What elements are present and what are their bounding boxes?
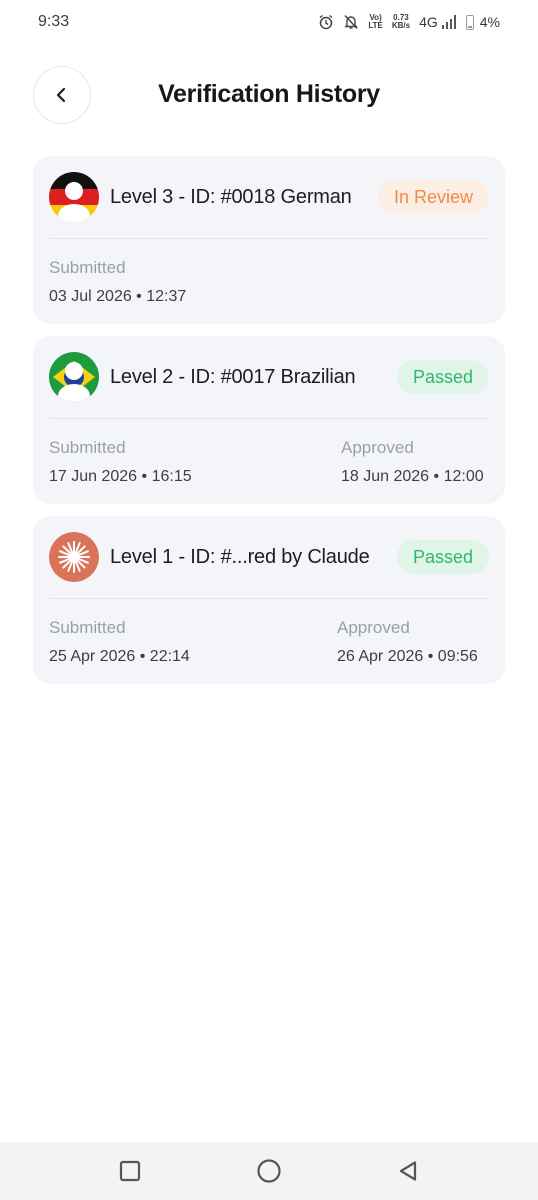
card-divider — [49, 238, 489, 239]
claude-logo-avatar — [49, 532, 99, 582]
card-title: Level 2 - ID: #0017 Brazilian — [110, 365, 356, 388]
verification-card-level-3[interactable]: Level 3 - ID: #0018 German In Review Sub… — [33, 156, 505, 324]
battery-icon — [465, 14, 474, 30]
volte-indicator: Vo) LTE — [368, 13, 383, 30]
german-flag-avatar — [49, 172, 99, 222]
home-circle-icon — [257, 1159, 281, 1183]
submitted-value: 17 Jun 2026 • 16:15 — [49, 468, 192, 485]
status-badge: Passed — [396, 540, 489, 574]
battery-percent: 4% — [479, 14, 500, 30]
status-badge: Passed — [396, 360, 489, 394]
bell-off-icon — [344, 15, 358, 29]
approved-value: 26 Apr 2026 • 09:56 — [337, 648, 478, 665]
signal-icon — [441, 15, 456, 29]
status-time: 9:33 — [38, 13, 70, 30]
submitted-label: Submitted — [49, 618, 126, 637]
back-nav-button[interactable] — [393, 1156, 423, 1186]
card-title: Level 1 - ID: #...red by Claude — [110, 545, 370, 568]
card-divider — [49, 418, 489, 419]
submitted-value: 25 Apr 2026 • 22:14 — [49, 648, 190, 665]
card-title: Level 3 - ID: #0018 German — [110, 185, 352, 208]
recents-square-icon — [119, 1160, 140, 1182]
card-header: Level 2 - ID: #0017 Brazilian Passed — [49, 352, 489, 402]
system-nav-bar — [0, 1142, 538, 1200]
back-triangle-icon — [400, 1161, 417, 1181]
home-button[interactable] — [254, 1156, 284, 1186]
card-header: Level 3 - ID: #0018 German In Review — [49, 172, 489, 222]
submitted-value: 03 Jul 2026 • 12:37 — [49, 288, 187, 305]
approved-label: Approved — [341, 438, 414, 457]
submitted-label: Submitted — [49, 438, 126, 457]
card-header: Level 1 - ID: #...red by Claude Passed — [49, 532, 489, 582]
alarm-icon — [319, 14, 333, 30]
status-bar: 9:33 Vo) LTE 0.73 KB/s 4G 4% — [0, 0, 538, 44]
verification-card-level-1[interactable]: Level 1 - ID: #...red by Claude Passed S… — [33, 516, 505, 684]
approved-section: Approved 26 Apr 2026 • 09:56 — [337, 618, 478, 666]
approved-section: Approved 18 Jun 2026 • 12:00 — [341, 438, 484, 486]
card-divider — [49, 598, 489, 599]
recents-button[interactable] — [115, 1156, 145, 1186]
approved-label: Approved — [337, 618, 410, 637]
brazilian-flag-avatar — [49, 352, 99, 402]
network-type: 4G — [419, 14, 438, 30]
submitted-section: Submitted 17 Jun 2026 • 16:15 — [49, 438, 192, 486]
net-speed: 0.73 KB/s — [391, 13, 411, 30]
submitted-section: Submitted 25 Apr 2026 • 22:14 — [49, 618, 190, 666]
submitted-section: Submitted 03 Jul 2026 • 12:37 — [49, 258, 186, 306]
approved-value: 18 Jun 2026 • 12:00 — [341, 468, 484, 485]
submitted-label: Submitted — [49, 258, 126, 277]
page-title: Verification History — [158, 80, 380, 108]
verification-card-level-2[interactable]: Level 2 - ID: #0017 Brazilian Passed Sub… — [33, 336, 505, 504]
status-icons: Vo) LTE 0.73 KB/s 4G 4% — [318, 14, 500, 30]
status-badge: In Review — [377, 180, 489, 214]
